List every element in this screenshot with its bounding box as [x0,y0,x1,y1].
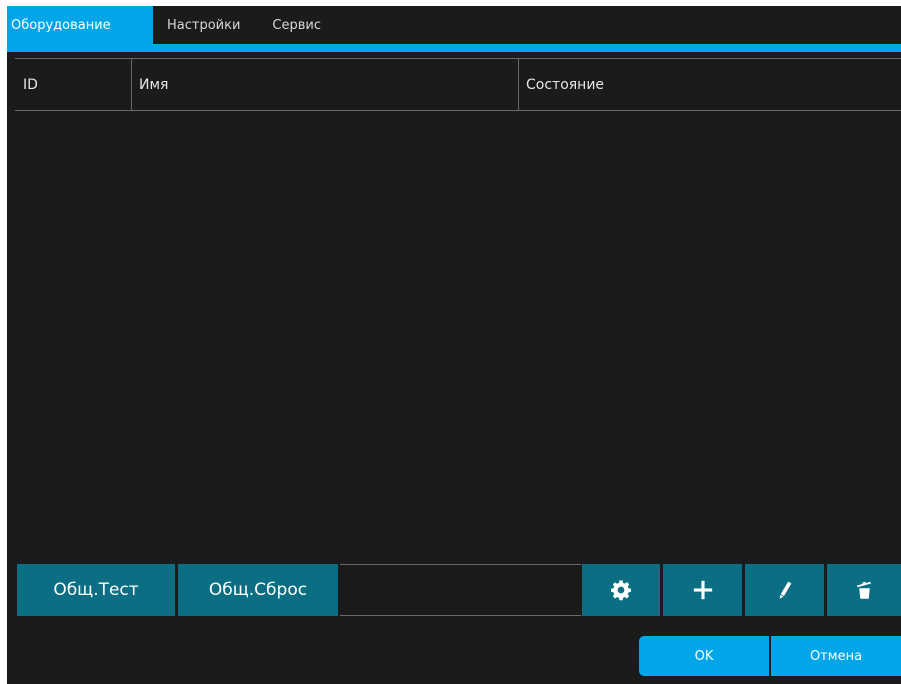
tab-settings[interactable]: Настройки [153,6,258,44]
device-table-body[interactable] [15,111,901,561]
column-header-name[interactable]: Имя [132,59,519,110]
tab-underline [7,44,901,52]
column-header-id[interactable]: ID [15,59,132,110]
general-test-button[interactable]: Общ.Тест [17,564,175,616]
tab-bar: Оборудование Настройки Сервис [7,6,901,44]
pencil-icon [777,581,793,599]
delete-button[interactable] [827,564,901,616]
toolbar: Общ.Тест Общ.Сброс [17,564,901,617]
settings-button[interactable] [582,564,660,616]
plus-icon [692,579,714,601]
column-header-state[interactable]: Состояние [519,59,901,110]
add-button[interactable] [663,564,742,616]
hardware-window: Оборудование Настройки Сервис ID Имя Сос… [7,6,901,684]
device-table-header: ID Имя Состояние [15,58,901,111]
dialog-footer: OK Отмена [639,636,901,676]
ok-button[interactable]: OK [639,636,769,676]
general-reset-button[interactable]: Общ.Сброс [178,564,338,616]
toolbar-status-field [340,564,581,616]
cancel-button[interactable]: Отмена [771,636,901,676]
trash-icon [855,580,873,600]
edit-button[interactable] [745,564,824,616]
tab-service[interactable]: Сервис [258,6,339,44]
tab-hardware[interactable]: Оборудование [7,6,153,44]
gear-icon [610,579,632,601]
